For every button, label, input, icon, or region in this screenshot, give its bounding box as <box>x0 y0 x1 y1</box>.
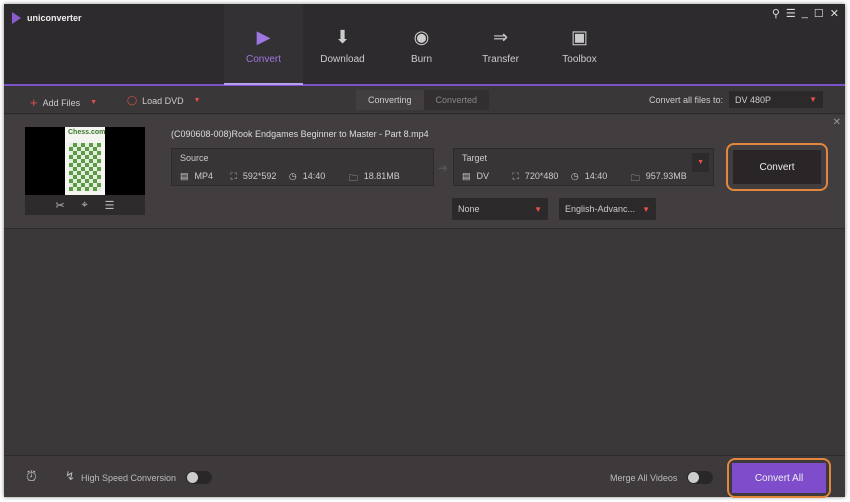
merge-label: Merge All Videos <box>610 473 678 483</box>
load-dvd-button[interactable]: ◯ Load DVD ▼ <box>127 95 201 106</box>
target-size: 957.93MB <box>645 171 687 181</box>
target-dropdown-icon[interactable]: ▼ <box>692 153 709 172</box>
format-icon: ▤ <box>462 171 471 181</box>
bottom-bar: ⏰︎ ↯ High Speed Conversion Merge All Vid… <box>4 455 845 498</box>
arrow-right-icon: ➜ <box>438 161 449 175</box>
file-item: Chess.com ✂ ⌖ ☰ (C090608-008)Rook Endgames… <box>4 115 845 229</box>
source-info: Source ▤ MP4 ⛶ 592*592 ◷ 14:40 🗀︎ 18.81MB <box>171 148 434 186</box>
active-tab-indicator <box>224 83 303 85</box>
close-icon[interactable]: ✕ <box>830 7 839 20</box>
minimize-icon[interactable]: _ <box>802 7 808 20</box>
convert-button[interactable]: Convert <box>733 150 821 184</box>
download-icon: ⬇ <box>334 27 351 47</box>
convert-button-highlight: Convert <box>726 143 828 191</box>
audio-track-select[interactable]: English-Advanc... ▼ <box>559 198 656 220</box>
target-resolution: 720*480 <box>524 171 559 181</box>
audio-value: English-Advanc... <box>565 204 636 214</box>
tab-converting[interactable]: Converting <box>356 90 424 110</box>
tab-label: Convert <box>245 54 281 65</box>
effects-icon[interactable]: ☰ <box>105 199 115 212</box>
app-logo: uniconverter <box>12 12 82 24</box>
video-thumbnail[interactable]: Chess.com ✂ ⌖ ☰ <box>25 127 145 215</box>
maximize-icon[interactable]: ☐ <box>814 7 824 20</box>
target-label: Target <box>462 153 488 163</box>
tab-toolbox[interactable]: ▣ Toolbox <box>540 4 619 84</box>
merge-toggle[interactable] <box>687 471 713 484</box>
convert-all-highlight: Convert All <box>727 458 831 498</box>
logo-icon <box>12 12 21 24</box>
transfer-icon: ⇒ <box>492 27 509 47</box>
source-resolution: 592*592 <box>242 171 277 181</box>
tab-label: Transfer <box>482 54 519 65</box>
user-icon[interactable]: ⚲ <box>772 7 780 20</box>
file-name: (C090608-008)Rook Endgames Beginner to M… <box>171 129 429 139</box>
target-format: DV <box>476 171 490 181</box>
output-format-value: DV 480P <box>735 95 772 105</box>
clock-icon: ◷ <box>288 171 297 181</box>
app-window: uniconverter ⚲ ☰ _ ☐ ✕ ▶︎ Convert ⬇ Downlo… <box>4 4 845 498</box>
source-size: 18.81MB <box>363 171 400 181</box>
remove-item-icon[interactable]: ✕ <box>833 117 841 128</box>
burn-icon: ◉ <box>413 27 430 47</box>
convert-all-label: Convert all files to: <box>649 95 724 105</box>
subtitle-value: None <box>458 204 480 214</box>
toolbox-icon: ▣ <box>570 27 588 47</box>
chevron-down-icon: ▼ <box>809 95 817 104</box>
high-speed-label: High Speed Conversion <box>81 473 177 483</box>
resolution-icon: ⛶ <box>230 171 237 181</box>
format-icon: ▤ <box>180 171 189 181</box>
tab-label: Download <box>320 54 365 65</box>
trim-icon[interactable]: ✂ <box>55 199 64 212</box>
title-bar: uniconverter ⚲ ☰ _ ☐ ✕ ▶︎ Convert ⬇ Downlo… <box>4 4 845 84</box>
crop-icon[interactable]: ⌖ <box>82 199 88 212</box>
clock-icon: ◷ <box>570 171 579 181</box>
convert-all-button[interactable]: Convert All <box>732 463 826 493</box>
chevron-down-icon: ▼ <box>642 205 650 214</box>
subtitle-select[interactable]: None ▼ <box>452 198 548 220</box>
chevron-down-icon[interactable]: ▼ <box>90 99 97 106</box>
lightning-icon: ↯ <box>65 469 76 483</box>
dvd-icon: ◯ <box>127 95 138 105</box>
tab-label: Burn <box>410 54 433 65</box>
target-info: Target ▤ DV ⛶ 720*480 ◷ 14:40 🗀︎ 957.93MB ▼ <box>453 148 714 186</box>
source-format: MP4 <box>194 171 214 181</box>
add-files-button[interactable]: + Add Files ▼ <box>30 95 97 110</box>
convert-icon: ▶︎ <box>256 27 271 47</box>
output-format-select[interactable]: DV 480P ▼ <box>729 91 823 108</box>
source-duration: 14:40 <box>302 171 326 181</box>
tab-transfer[interactable]: ⇒ Transfer <box>461 4 540 84</box>
chevron-down-icon: ▼ <box>534 205 542 214</box>
folder-icon: 🗀︎ <box>348 173 358 183</box>
plus-icon: + <box>30 95 38 110</box>
app-title: uniconverter <box>27 13 82 23</box>
tab-burn[interactable]: ◉ Burn <box>382 4 461 84</box>
load-dvd-label: Load DVD <box>142 95 184 106</box>
folder-icon: 🗀︎ <box>630 173 640 183</box>
tab-label: Toolbox <box>562 54 597 65</box>
tab-converted[interactable]: Converted <box>423 90 490 110</box>
tab-convert[interactable]: ▶︎ Convert <box>224 4 303 84</box>
chevron-down-icon[interactable]: ▼ <box>194 97 201 104</box>
schedule-alarm-icon[interactable]: ⏰︎ <box>26 468 37 485</box>
high-speed-toggle[interactable] <box>186 471 212 484</box>
menu-icon[interactable]: ☰ <box>786 7 796 20</box>
target-duration: 14:40 <box>584 171 608 181</box>
resolution-icon: ⛶ <box>512 171 519 181</box>
source-label: Source <box>180 153 209 163</box>
toolbar: + Add Files ▼ ◯ Load DVD ▼ Converting Conver… <box>4 86 845 114</box>
tab-download[interactable]: ⬇ Download <box>303 4 382 84</box>
add-files-label: Add Files <box>42 97 81 108</box>
thumbnail-logo: Chess.com <box>68 129 106 136</box>
